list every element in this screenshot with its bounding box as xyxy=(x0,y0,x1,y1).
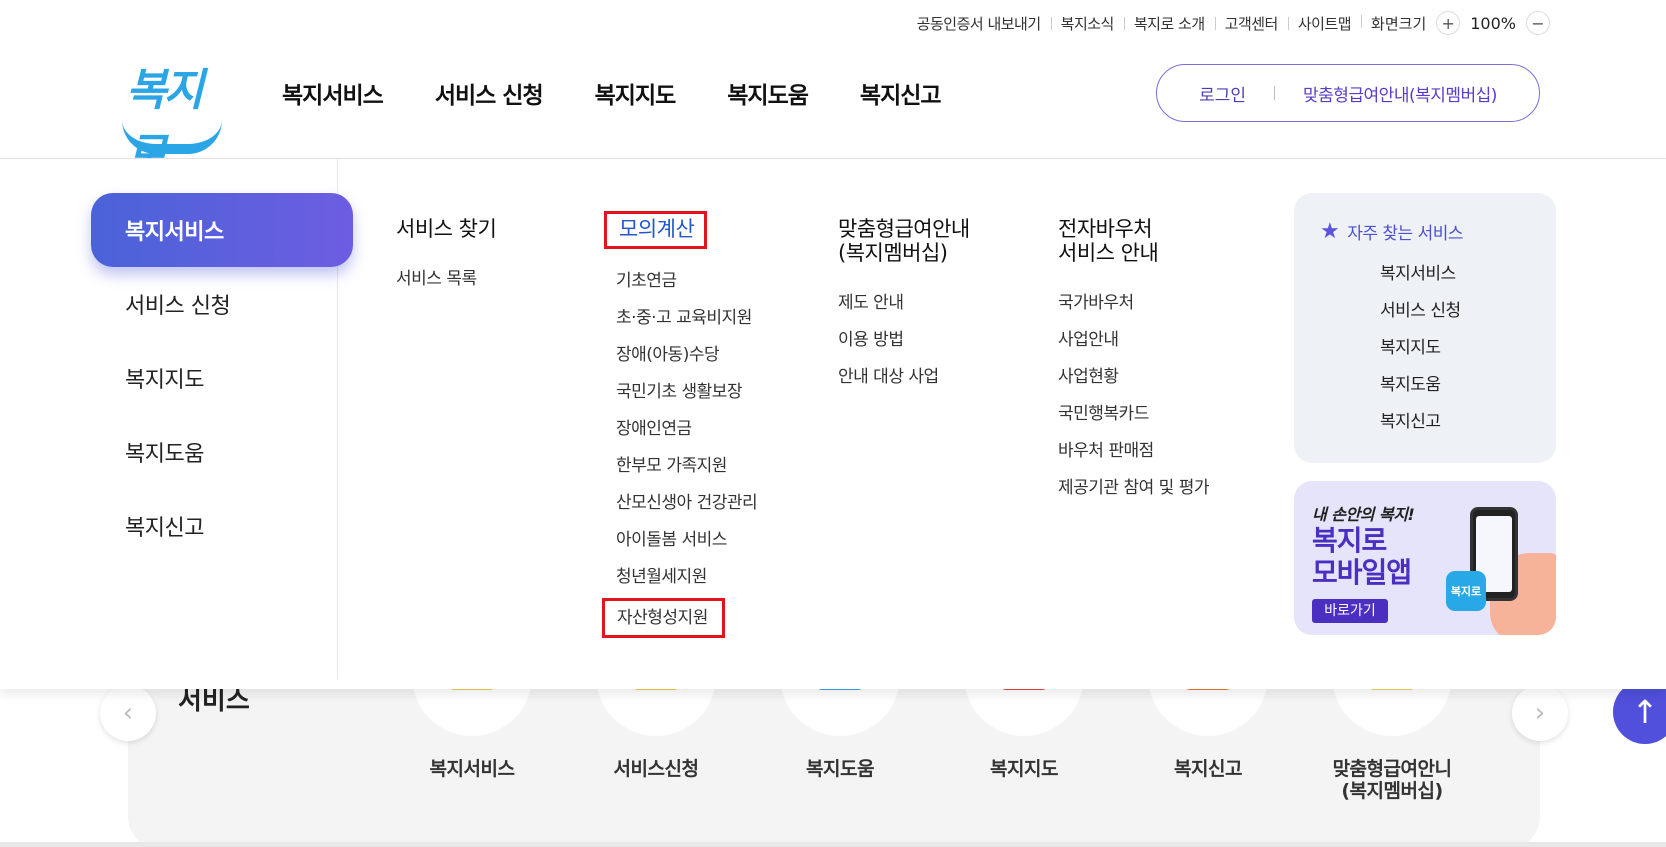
gnb-welfare-report[interactable]: 복지신고 xyxy=(860,76,942,110)
favorites-panel: ★ 자주 찾는 서비스 복지서비스 서비스 신청 복지지도 복지도움 복지신고 xyxy=(1294,193,1556,463)
side-item-welfare-report[interactable]: 복지신고 xyxy=(91,489,353,563)
utility-bar: 공동인증서 내보내기 복지소식 복지로 소개 고객센터 사이트맵 화면크기 + … xyxy=(907,8,1556,38)
menu-column-membership: 맞춤형급여안내 (복지멤버십) 제도 안내 이용 방법 안내 대상 사업 xyxy=(838,217,970,396)
menu-link[interactable]: 바우처 판매점 xyxy=(1058,433,1209,470)
favorites-list: 복지서비스 서비스 신청 복지지도 복지도움 복지신고 xyxy=(1320,256,1556,441)
side-item-welfare-help[interactable]: 복지도움 xyxy=(91,415,353,489)
favorite-link[interactable]: 복지도움 xyxy=(1380,367,1556,404)
gnb-welfare-map[interactable]: 복지지도 xyxy=(595,76,677,110)
customer-center-link[interactable]: 고객센터 xyxy=(1214,13,1288,34)
cert-export-link[interactable]: 공동인증서 내보내기 xyxy=(907,13,1051,34)
carousel-prev-button[interactable]: ‹ xyxy=(100,685,156,741)
favorites-title: ★ 자주 찾는 서비스 xyxy=(1320,218,1464,244)
service-label: 복지지도 xyxy=(990,758,1058,780)
menu-column-voucher: 전자바우처 서비스 안내 국가바우처 사업안내 사업현황 국민행복카드 바우처 … xyxy=(1058,217,1209,507)
mobile-app-banner[interactable]: 내 손안의 복지! 복지로 모바일앱 바로가기 복지로 xyxy=(1294,481,1556,635)
login-box: 로그인 맞춤형급여안내(복지멤버십) xyxy=(1156,64,1540,122)
menu-link[interactable]: 국가바우처 xyxy=(1058,285,1209,322)
app-banner-subtitle: 모바일앱 xyxy=(1312,556,1412,589)
favorite-link[interactable]: 복지서비스 xyxy=(1380,256,1556,293)
service-label: 복지서비스 xyxy=(429,758,515,780)
service-label: 맞춤형급여안니 (복지멤버십) xyxy=(1332,758,1452,802)
service-label: 서비스신청 xyxy=(613,758,699,780)
menu-link[interactable]: 산모신생아 건강관리 xyxy=(616,485,758,522)
side-item-service-apply[interactable]: 서비스 신청 xyxy=(91,267,353,341)
mega-menu: 복지서비스 서비스 신청 복지지도 복지도움 복지신고 서비스 찾기 서비스 목… xyxy=(0,159,1666,689)
column-title-membership[interactable]: 맞춤형급여안내 (복지멤버십) xyxy=(838,217,970,265)
menu-link[interactable]: 서비스 목록 xyxy=(396,261,496,298)
app-banner-title: 복지로 xyxy=(1312,524,1387,557)
gnb-welfare-help[interactable]: 복지도움 xyxy=(727,76,809,110)
zoom-in-button[interactable]: + xyxy=(1436,11,1461,35)
welfare-news-link[interactable]: 복지소식 xyxy=(1050,13,1124,34)
app-logo-icon: 복지로 xyxy=(1446,571,1486,611)
sitemap-link[interactable]: 사이트맵 xyxy=(1287,13,1361,34)
favorite-link[interactable]: 복지신고 xyxy=(1380,404,1556,441)
favorite-link[interactable]: 서비스 신청 xyxy=(1380,293,1556,330)
column-title-voucher[interactable]: 전자바우처 서비스 안내 xyxy=(1058,217,1209,265)
gnb-service-apply[interactable]: 서비스 신청 xyxy=(435,76,544,110)
side-item-welfare-map[interactable]: 복지지도 xyxy=(91,341,353,415)
menu-link[interactable]: 청년월세지원 xyxy=(616,559,757,596)
zoom-label: 화면크기 xyxy=(1371,14,1427,33)
menu-link[interactable]: 국민기초 생활보장 xyxy=(616,374,757,411)
menu-link[interactable]: 사업현황 xyxy=(1058,359,1209,396)
column-title-find[interactable]: 서비스 찾기 xyxy=(396,217,497,241)
login-button[interactable]: 로그인 xyxy=(1199,81,1246,106)
menu-link[interactable]: 장애(아동)수당 xyxy=(616,337,757,374)
star-icon: ★ xyxy=(1320,218,1340,244)
service-label: 복지도움 xyxy=(806,758,874,780)
column-list: 제도 안내 이용 방법 안내 대상 사업 xyxy=(838,285,970,396)
bottom-strip xyxy=(0,842,1666,847)
side-item-welfare-service[interactable]: 복지서비스 xyxy=(91,193,353,267)
menu-column-simulate: 모의계산 기초연금 초·중·고 교육비지원 장애(아동)수당 국민기초 생활보장… xyxy=(602,211,758,638)
menu-link-asset[interactable]: 자산형성지원 xyxy=(602,598,725,638)
site-logo[interactable]: 복지로 xyxy=(120,54,230,180)
menu-column-find: 서비스 찾기 서비스 목록 xyxy=(396,217,497,298)
app-banner-go-button[interactable]: 바로가기 xyxy=(1312,599,1388,623)
global-nav: 복지서비스 서비스 신청 복지지도 복지도움 복지신고 xyxy=(282,76,942,110)
column-list: 국가바우처 사업안내 사업현황 국민행복카드 바우처 판매점 제공기관 참여 및… xyxy=(1058,285,1209,507)
menu-link[interactable]: 제공기관 참여 및 평가 xyxy=(1058,470,1209,507)
zoom-control: 화면크기 + 100% − xyxy=(1361,11,1556,35)
column-list: 기초연금 초·중·고 교육비지원 장애(아동)수당 국민기초 생활보장 장애인연… xyxy=(602,263,758,638)
menu-link[interactable]: 안내 대상 사업 xyxy=(838,359,970,396)
login-divider xyxy=(1273,86,1275,100)
about-link[interactable]: 복지로 소개 xyxy=(1123,13,1215,34)
menu-link[interactable]: 이용 방법 xyxy=(838,322,970,359)
zoom-out-button[interactable]: − xyxy=(1526,11,1550,35)
menu-link[interactable]: 기초연금 xyxy=(616,263,757,300)
gnb-welfare-service[interactable]: 복지서비스 xyxy=(282,76,384,110)
menu-link[interactable]: 초·중·고 교육비지원 xyxy=(616,300,757,337)
zoom-value: 100% xyxy=(1470,13,1516,33)
menu-link[interactable]: 장애인연금 xyxy=(616,411,757,448)
column-title-simulate[interactable]: 모의계산 xyxy=(604,211,708,249)
scroll-top-button[interactable]: ↑ xyxy=(1613,680,1666,744)
membership-button[interactable]: 맞춤형급여안내(복지멤버십) xyxy=(1303,81,1497,106)
carousel-next-button[interactable]: › xyxy=(1512,685,1568,741)
app-banner-tagline: 내 손안의 복지! xyxy=(1312,505,1415,524)
menu-link[interactable]: 사업안내 xyxy=(1058,322,1209,359)
menu-link[interactable]: 제도 안내 xyxy=(838,285,970,322)
service-label: 복지신고 xyxy=(1174,758,1242,780)
favorite-link[interactable]: 복지지도 xyxy=(1380,330,1556,367)
menu-link[interactable]: 한부모 가족지원 xyxy=(616,448,757,485)
menu-link[interactable]: 아이돌봄 서비스 xyxy=(616,522,757,559)
column-list: 서비스 목록 xyxy=(396,261,496,298)
mega-side-menu: 복지서비스 서비스 신청 복지지도 복지도움 복지신고 xyxy=(91,193,353,563)
menu-link[interactable]: 국민행복카드 xyxy=(1058,396,1209,433)
